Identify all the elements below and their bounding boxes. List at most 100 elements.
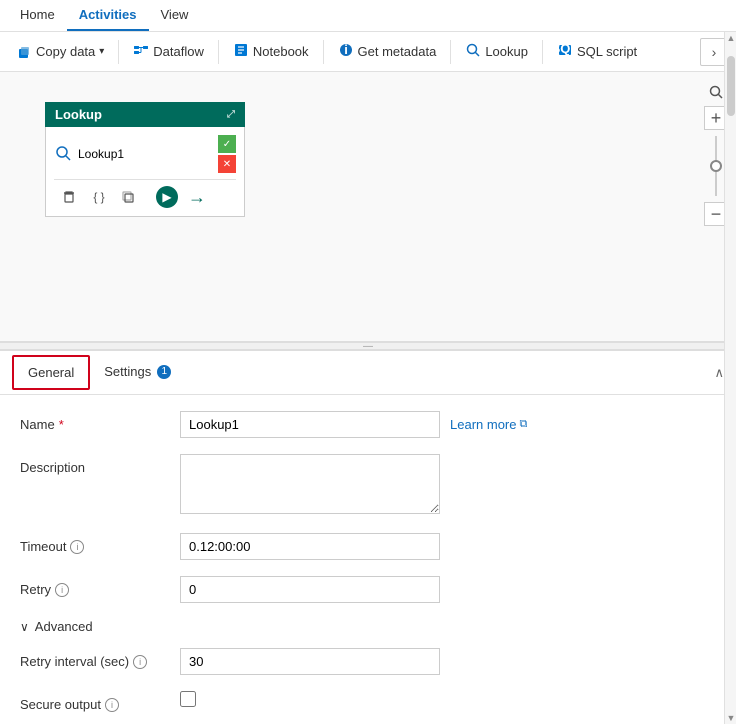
dataflow-button[interactable]: Dataflow (125, 38, 212, 65)
run-icon: ▶ (162, 190, 171, 204)
advanced-section-header[interactable]: ∨ Advanced (20, 619, 716, 634)
description-form-row: Description (20, 454, 716, 517)
node-toolbar-row: { } ▶ → (54, 179, 236, 210)
copy-data-label: Copy data (36, 44, 95, 59)
retry-info-icon[interactable]: i (55, 583, 69, 597)
tab-general-label: General (28, 365, 74, 380)
toolbar-divider-4 (450, 40, 451, 64)
learn-more-label: Learn more (450, 417, 516, 432)
node-title: Lookup (55, 107, 102, 122)
external-link-icon: ⧉ (519, 418, 527, 431)
top-nav: Home Activities View (0, 0, 736, 32)
advanced-chevron-icon: ∨ (20, 620, 29, 634)
toolbar-divider-5 (542, 40, 543, 64)
timeout-label: Timeout i (20, 533, 180, 554)
node-body: Lookup1 ✓ ✕ { } ▶ (45, 127, 245, 217)
retry-interval-info-icon[interactable]: i (133, 655, 147, 669)
canvas-area: Lookup ⤢ Lookup1 ✓ ✕ { } (0, 72, 736, 342)
copy-node-button[interactable] (118, 186, 140, 208)
right-scrollbar[interactable]: ▲ ▼ (724, 350, 736, 724)
form-area: Name * Learn more ⧉ Description (0, 395, 736, 724)
secure-output-info-icon[interactable]: i (105, 698, 119, 712)
node-activity-name: Lookup1 (78, 147, 124, 161)
notebook-icon (233, 42, 249, 61)
connect-icon: → (188, 187, 206, 208)
dataflow-label: Dataflow (153, 44, 204, 59)
description-control (180, 454, 716, 517)
toolbar-divider-3 (323, 40, 324, 64)
get-metadata-button[interactable]: i Get metadata (330, 38, 445, 65)
toolbar: Copy data ▾ Dataflow Notebook i Get meta… (0, 32, 736, 72)
retry-form-row: Retry i (20, 576, 716, 603)
timeout-info-icon[interactable]: i (70, 540, 84, 554)
delete-button[interactable] (58, 186, 80, 208)
advanced-label: Advanced (35, 619, 93, 634)
secure-output-form-row: Secure output i (20, 691, 716, 712)
timeout-form-row: Timeout i (20, 533, 716, 560)
retry-input[interactable] (180, 576, 440, 603)
lookup-node: Lookup ⤢ Lookup1 ✓ ✕ { } (45, 102, 245, 217)
panel-collapse-button[interactable]: ∧ (714, 364, 724, 382)
timeout-input[interactable] (180, 533, 440, 560)
notebook-label: Notebook (253, 44, 309, 59)
status-check-icon: ✓ (218, 135, 236, 153)
node-header[interactable]: Lookup ⤢ (45, 102, 245, 127)
sql-script-icon: SQL (557, 42, 573, 61)
zoom-slider[interactable] (715, 136, 717, 196)
retry-interval-input[interactable] (180, 648, 440, 675)
lookup-toolbar-label: Lookup (485, 44, 528, 59)
description-textarea[interactable] (180, 454, 440, 514)
tab-settings-label: Settings (104, 364, 151, 379)
name-form-row: Name * Learn more ⧉ (20, 411, 716, 438)
retry-label: Retry i (20, 576, 180, 597)
settings-badge: 1 (157, 365, 171, 379)
notebook-button[interactable]: Notebook (225, 38, 317, 65)
toolbar-divider-2 (218, 40, 219, 64)
status-x-icon: ✕ (218, 155, 236, 173)
svg-text:SQL: SQL (557, 42, 573, 56)
retry-interval-form-row: Retry interval (sec) i (20, 648, 716, 675)
get-metadata-icon: i (338, 42, 354, 61)
retry-interval-label: Retry interval (sec) i (20, 648, 180, 669)
copy-data-button[interactable]: Copy data ▾ (8, 40, 112, 64)
name-required-marker: * (59, 417, 64, 432)
name-input[interactable] (180, 411, 440, 438)
lookup-toolbar-button[interactable]: Lookup (457, 38, 536, 65)
scrollbar-track (725, 350, 736, 712)
panel-tabs: General Settings 1 ∧ (0, 351, 736, 395)
svg-text:i: i (344, 42, 348, 57)
collapse-bar[interactable] (0, 342, 736, 350)
retry-control (180, 576, 716, 603)
lookup-activity-icon (54, 144, 72, 165)
get-metadata-label: Get metadata (358, 44, 437, 59)
bottom-panel: General Settings 1 ∧ Name * Learn more ⧉ (0, 350, 736, 724)
secure-output-checkbox[interactable] (180, 691, 196, 707)
retry-interval-control (180, 648, 716, 675)
run-button[interactable]: ▶ (156, 186, 178, 208)
nav-home[interactable]: Home (8, 0, 67, 31)
name-input-group: Learn more ⧉ (180, 411, 716, 438)
description-label: Description (20, 454, 180, 475)
tab-general[interactable]: General (12, 355, 90, 390)
secure-output-control (180, 691, 716, 707)
collapse-icon: ∧ (714, 365, 724, 380)
node-resize-icon: ⤢ (227, 109, 235, 120)
scrollbar-arrow-down[interactable]: ▼ (725, 712, 736, 724)
name-label: Name * (20, 411, 180, 432)
secure-output-label: Secure output i (20, 691, 180, 712)
dataflow-icon (133, 42, 149, 61)
toolbar-divider-1 (118, 40, 119, 64)
sql-script-label: SQL script (577, 44, 637, 59)
copy-data-icon (16, 44, 32, 60)
connect-button[interactable]: → (186, 186, 208, 208)
copy-data-dropdown-icon: ▾ (99, 46, 104, 57)
overflow-icon: › (712, 44, 717, 60)
nav-activities[interactable]: Activities (67, 0, 149, 31)
learn-more-link[interactable]: Learn more ⧉ (450, 417, 527, 432)
sql-script-button[interactable]: SQL SQL script (549, 38, 645, 65)
tab-settings[interactable]: Settings 1 (90, 356, 185, 389)
zoom-thumb[interactable] (710, 160, 722, 172)
nav-view[interactable]: View (149, 0, 201, 31)
lookup-toolbar-icon (465, 42, 481, 61)
code-button[interactable]: { } (88, 186, 110, 208)
